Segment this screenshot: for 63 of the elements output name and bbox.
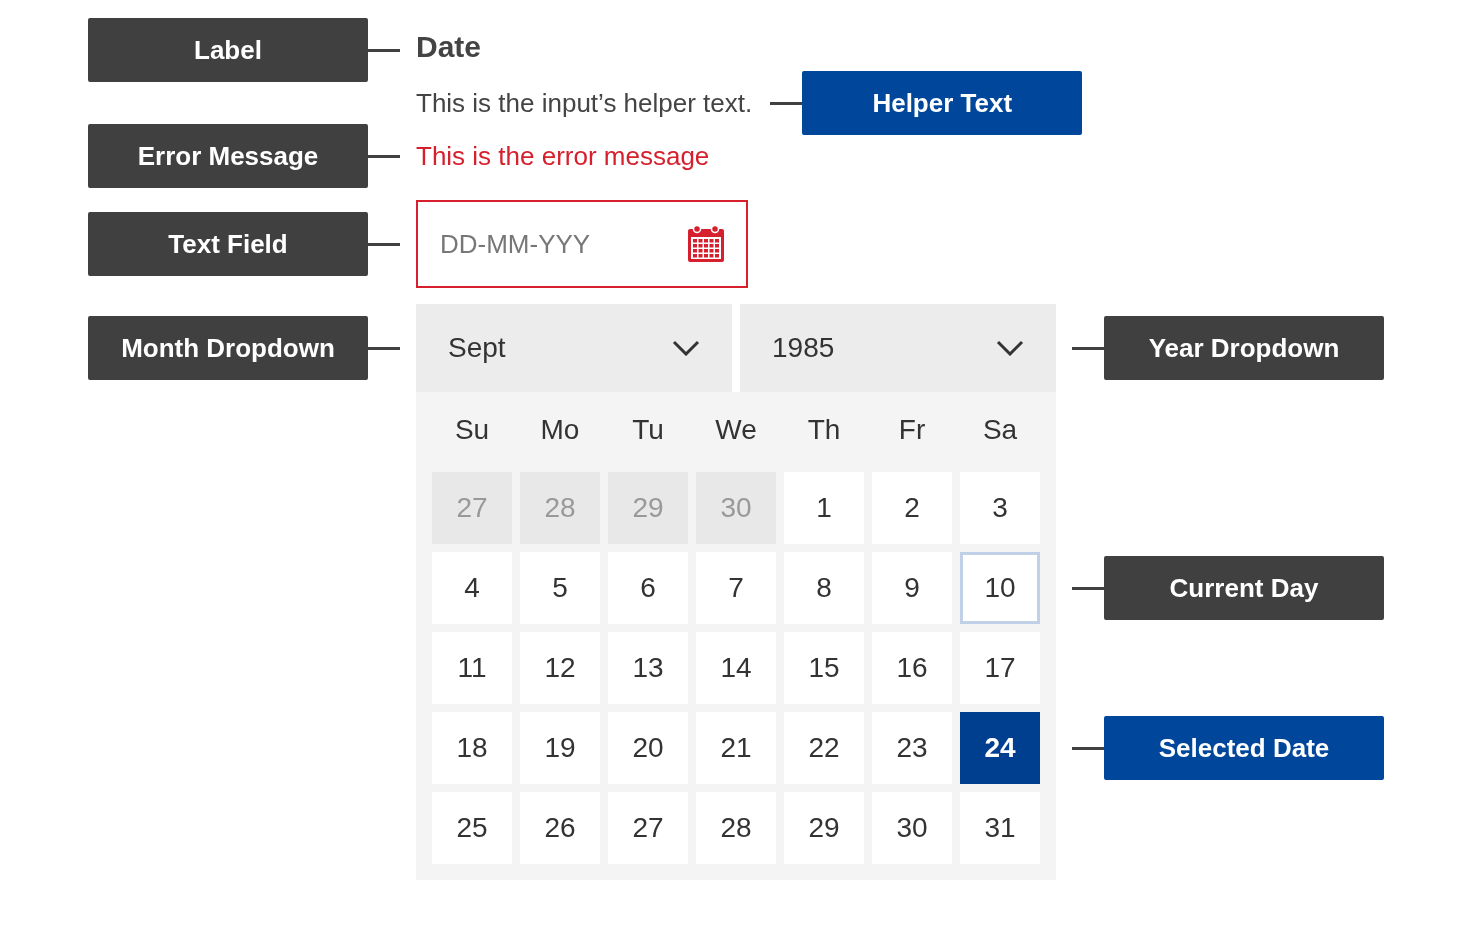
date-input-field[interactable]: DD-MM-YYY (416, 200, 748, 288)
calendar-day[interactable]: 25 (432, 792, 512, 864)
weekday-label: Mo (540, 414, 580, 446)
calendar-day[interactable]: 6 (608, 552, 688, 624)
callout-label: Error Message (88, 124, 368, 188)
callout-label: Current Day (1104, 556, 1384, 620)
month-dropdown[interactable]: Sept (416, 304, 732, 392)
callout-label: Text Field (88, 212, 368, 276)
calendar-day[interactable]: 18 (432, 712, 512, 784)
error-message: This is the error message (416, 140, 710, 172)
callout-label: Month Dropdown (88, 316, 368, 380)
calendar-icon[interactable] (688, 225, 724, 262)
callout-label: Year Dropdown (1104, 316, 1384, 380)
field-label: Date (416, 30, 482, 64)
calendar-day[interactable]: 19 (520, 712, 600, 784)
callout-label: Helper Text (802, 71, 1083, 135)
calendar-day[interactable]: 26 (520, 792, 600, 864)
leader-line (368, 242, 400, 246)
leader-line (1072, 746, 1104, 750)
calendar-day[interactable]: 1 (784, 472, 864, 544)
calendar-day[interactable]: 12 (520, 632, 600, 704)
callout-label: Label (88, 18, 368, 82)
callout-label: Selected Date (1104, 716, 1384, 780)
calendar-day[interactable]: 31 (960, 792, 1040, 864)
calendar-day[interactable]: 30 (872, 792, 952, 864)
chevron-down-icon (996, 340, 1024, 356)
weekday-label: Th (807, 414, 841, 446)
calendar-day[interactable]: 2 (872, 472, 952, 544)
calendar-day[interactable]: 10 (960, 552, 1040, 624)
leader-line (1072, 586, 1104, 590)
weekday-label: We (715, 414, 757, 446)
calendar-day[interactable]: 24 (960, 712, 1040, 784)
calendar-day[interactable]: 7 (696, 552, 776, 624)
calendar-day[interactable]: 15 (784, 632, 864, 704)
calendar-day[interactable]: 14 (696, 632, 776, 704)
calendar-day[interactable]: 20 (608, 712, 688, 784)
weekday-label: Fr (898, 414, 926, 446)
calendar-day[interactable]: 29 (784, 792, 864, 864)
leader-line (770, 101, 803, 105)
helper-text: This is the input’s helper text. (416, 87, 753, 119)
weekday-label: Tu (632, 414, 664, 446)
weekday-label: Sa (982, 414, 1018, 446)
calendar-day[interactable]: 16 (872, 632, 952, 704)
calendar-day[interactable]: 3 (960, 472, 1040, 544)
leader-line (1072, 346, 1104, 350)
calendar-day[interactable]: 8 (784, 552, 864, 624)
calendar-day[interactable]: 23 (872, 712, 952, 784)
calendar-day[interactable]: 28 (696, 792, 776, 864)
leader-line (368, 346, 400, 350)
calendar-day[interactable]: 22 (784, 712, 864, 784)
calendar-day[interactable]: 9 (872, 552, 952, 624)
leader-line (368, 48, 400, 52)
year-dropdown[interactable]: 1985 (740, 304, 1056, 392)
calendar-day[interactable]: 21 (696, 712, 776, 784)
calendar-day[interactable]: 5 (520, 552, 600, 624)
calendar-day[interactable]: 4 (432, 552, 512, 624)
calendar-day[interactable]: 17 (960, 632, 1040, 704)
calendar-day[interactable]: 27 (608, 792, 688, 864)
leader-line (368, 154, 400, 158)
weekday-label: Su (454, 414, 490, 446)
calendar-day[interactable]: 11 (432, 632, 512, 704)
chevron-down-icon (672, 340, 700, 356)
calendar-day[interactable]: 13 (608, 632, 688, 704)
